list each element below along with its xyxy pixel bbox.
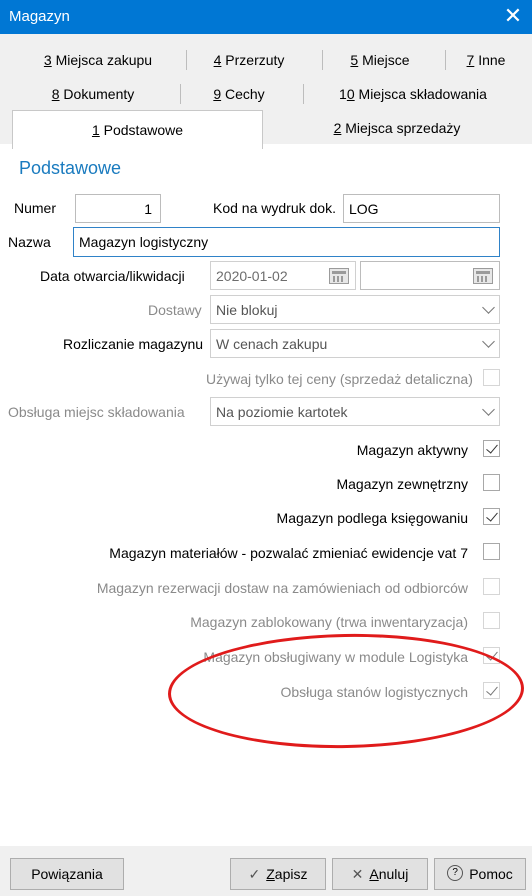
close-icon[interactable]: ✕ bbox=[500, 3, 526, 29]
uzywaj-checkbox[interactable] bbox=[483, 369, 500, 386]
tab-miejsca-skladowania[interactable]: 10 Miejsca składowania bbox=[310, 84, 516, 104]
check-icon: ✓ bbox=[248, 866, 261, 882]
magazyn-aktywny-label: Magazyn aktywny bbox=[356, 442, 468, 458]
zapisz-button[interactable]: ✓ Zapisz bbox=[230, 858, 326, 890]
rozliczanie-label: Rozliczanie magazynu bbox=[63, 336, 204, 352]
tab-miejsce[interactable]: 5 Miejsce bbox=[330, 50, 430, 70]
data-label: Data otwarcia/likwidacji bbox=[40, 268, 185, 284]
data-likwidacji-field[interactable] bbox=[360, 261, 500, 290]
tab-przerzuty[interactable]: 4 Przerzuty bbox=[192, 50, 306, 70]
nazwa-field[interactable]: Magazyn logistyczny bbox=[73, 227, 500, 257]
rozliczanie-select[interactable]: W cenach zakupu bbox=[210, 329, 500, 358]
tab-cechy[interactable]: 9 Cechy bbox=[188, 84, 290, 104]
chevron-down-icon bbox=[482, 403, 495, 416]
dostawy-label: Dostawy bbox=[148, 302, 202, 318]
tab-dokumenty[interactable]: 8 Dokumenty bbox=[18, 84, 168, 104]
kod-label: Kod na wydruk dok. bbox=[213, 200, 336, 216]
tab-miejsca-zakupu[interactable]: 3 Miejsca zakupu bbox=[18, 50, 178, 70]
obsluga-miejsc-label: Obsługa miejsc składowania bbox=[8, 404, 185, 420]
pomoc-button[interactable]: ? Pomoc bbox=[434, 858, 526, 890]
magazyn-ksiegowanie-checkbox[interactable] bbox=[483, 508, 500, 525]
uzywaj-label: Używaj tylko tej ceny (sprzedaż detalicz… bbox=[206, 371, 473, 387]
numer-field[interactable]: 1 bbox=[75, 194, 161, 223]
title-bar: Magazyn ✕ bbox=[0, 0, 532, 34]
chevron-down-icon bbox=[482, 301, 495, 314]
window-title: Magazyn bbox=[9, 8, 70, 25]
magazyn-materialow-checkbox[interactable] bbox=[483, 543, 500, 560]
numer-label: Numer bbox=[14, 200, 57, 216]
powiazania-button[interactable]: Powiązania bbox=[10, 858, 124, 890]
magazyn-zablokowany-label: Magazyn zablokowany (trwa inwentaryzacja… bbox=[190, 614, 468, 630]
magazyn-rezerwacji-checkbox[interactable] bbox=[483, 578, 500, 595]
calendar-icon[interactable] bbox=[473, 268, 493, 284]
anuluj-button[interactable]: ✕ Anuluj bbox=[332, 858, 428, 890]
magazyn-aktywny-checkbox[interactable] bbox=[483, 440, 500, 457]
tab-miejsca-sprzedazy[interactable]: 2 Miejsca sprzedaży bbox=[272, 118, 522, 138]
magazyn-materialow-label: Magazyn materiałów - pozwalać zmieniać e… bbox=[109, 545, 468, 561]
check-icon bbox=[486, 441, 498, 454]
magazyn-zewnetrzny-label: Magazyn zewnętrzny bbox=[336, 476, 468, 492]
calendar-icon[interactable] bbox=[329, 268, 349, 284]
magazyn-ksiegowanie-label: Magazyn podlega księgowaniu bbox=[276, 510, 468, 526]
help-icon: ? bbox=[447, 865, 464, 882]
magazyn-zablokowany-checkbox[interactable] bbox=[483, 612, 500, 629]
button-bar: Powiązania ✓ Zapisz ✕ Anuluj ? Pomoc bbox=[0, 846, 532, 896]
tab-inne[interactable]: 7 Inne bbox=[452, 50, 520, 70]
section-title: Podstawowe bbox=[19, 158, 122, 178]
obsluga-miejsc-select[interactable]: Na poziomie kartotek bbox=[210, 397, 500, 426]
chevron-down-icon bbox=[482, 335, 495, 348]
cancel-icon: ✕ bbox=[351, 866, 364, 882]
magazyn-zewnetrzny-checkbox[interactable] bbox=[483, 474, 500, 491]
tab-podstawowe[interactable]: 1 Podstawowe bbox=[12, 110, 263, 149]
magazyn-rezerwacji-label: Magazyn rezerwacji dostaw na zamówieniac… bbox=[96, 580, 468, 596]
kod-field[interactable]: LOG bbox=[343, 194, 500, 223]
dostawy-select[interactable]: Nie blokuj bbox=[210, 295, 500, 324]
check-icon bbox=[486, 509, 498, 522]
data-otwarcia-field[interactable]: 2020-01-02 bbox=[210, 261, 356, 290]
nazwa-label: Nazwa bbox=[8, 234, 51, 250]
